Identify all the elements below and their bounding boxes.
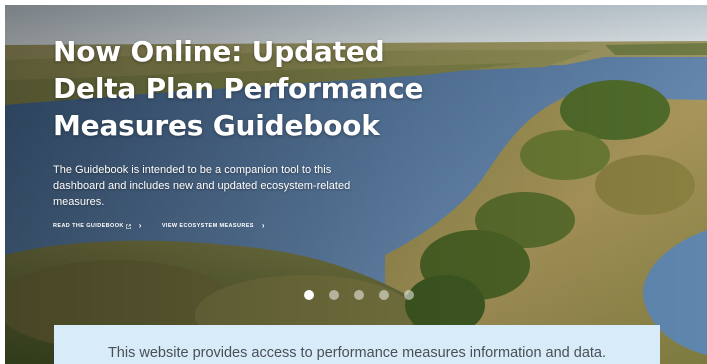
hero-title-line: Measures Guidebook — [53, 109, 380, 142]
carousel-dots — [304, 290, 414, 300]
hero-content: Now Online: Updated Delta Plan Performan… — [53, 33, 453, 230]
carousel-dot-4[interactable] — [379, 290, 389, 300]
hero-carousel: Now Online: Updated Delta Plan Performan… — [5, 5, 707, 364]
external-link-icon — [125, 223, 131, 229]
carousel-dot-5[interactable] — [404, 290, 414, 300]
hero-description: The Guidebook is intended to be a compan… — [53, 164, 351, 208]
page: Now Online: Updated Delta Plan Performan… — [0, 0, 707, 364]
carousel-dot-1[interactable] — [304, 290, 314, 300]
hero-title-line: Delta Plan Performance — [53, 72, 424, 105]
chevron-right-icon: › — [138, 221, 142, 230]
view-ecosystem-measures-label: VIEW ECOSYSTEM MEASURES — [161, 223, 254, 229]
intro-banner: This website provides access to performa… — [54, 325, 660, 364]
hero-links: READ THE GUIDEBOOK › VIEW ECOSYSTEM MEAS… — [53, 222, 453, 230]
read-guidebook-label: READ THE GUIDEBOOK — [53, 223, 124, 229]
hero-title: Now Online: Updated Delta Plan Performan… — [53, 33, 453, 144]
intro-text: This website provides access to performa… — [107, 345, 607, 361]
hero-title-line: Now Online: Updated — [53, 35, 385, 68]
carousel-dot-2[interactable] — [329, 290, 339, 300]
read-guidebook-link[interactable]: READ THE GUIDEBOOK › — [53, 222, 142, 230]
view-ecosystem-measures-link[interactable]: VIEW ECOSYSTEM MEASURES › — [162, 222, 265, 230]
chevron-right-icon: › — [261, 221, 265, 230]
carousel-dot-3[interactable] — [354, 290, 364, 300]
